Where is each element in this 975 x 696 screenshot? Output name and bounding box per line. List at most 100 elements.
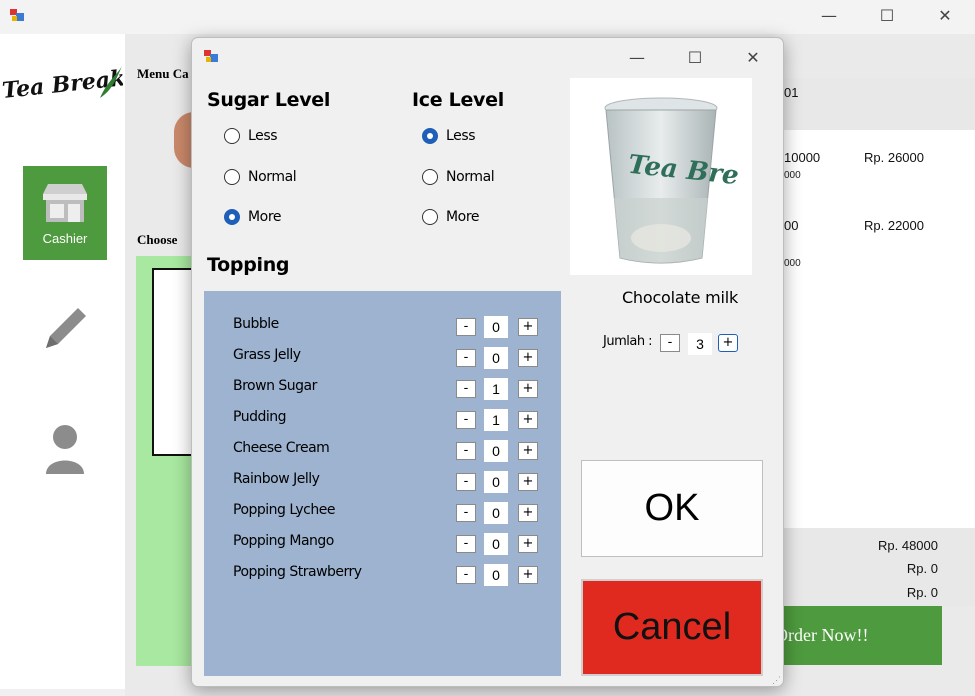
quantity-field[interactable]: 0 xyxy=(484,440,508,462)
cashier-nav-button[interactable]: Cashier xyxy=(23,166,107,260)
increment-button[interactable]: + xyxy=(518,411,538,429)
dialog-titlebar: — ☐ ✕ xyxy=(192,38,783,76)
background-titlebar: — ☐ ✕ xyxy=(0,0,975,34)
increment-button[interactable]: + xyxy=(518,318,538,336)
quantity-field[interactable]: 0 xyxy=(484,347,508,369)
topping-row-cheese-cream: Cheese Cream - 0 + xyxy=(204,437,561,462)
decrement-button[interactable]: - xyxy=(456,349,476,367)
topping-row-popping-strawberry: Popping Strawberry - 0 + xyxy=(204,561,561,586)
app-icon xyxy=(9,7,25,23)
topping-name: Cheese Cream xyxy=(233,440,330,456)
jumlah-decrement-button[interactable]: - xyxy=(660,334,680,352)
quantity-field[interactable]: 1 xyxy=(484,409,508,431)
decrement-button[interactable]: - xyxy=(456,535,476,553)
order-row[interactable]: 00 000 Rp. 22000 xyxy=(784,218,975,278)
increment-button[interactable]: + xyxy=(518,504,538,522)
close-button[interactable]: ✕ xyxy=(922,0,968,30)
topping-name: Popping Lychee xyxy=(233,502,335,518)
dialog-minimize-button[interactable]: — xyxy=(614,42,660,72)
radio-indicator xyxy=(224,209,240,225)
minimize-button[interactable]: — xyxy=(806,0,852,30)
order-item-sub: 000 xyxy=(784,258,801,269)
topping-stepper: - 0 + xyxy=(456,502,540,524)
decrement-button[interactable]: - xyxy=(456,411,476,429)
topping-name: Brown Sugar xyxy=(233,378,317,394)
sugar-level-title: Sugar Level xyxy=(207,89,331,111)
topping-name: Rainbow Jelly xyxy=(233,471,320,487)
sugar-more-radio[interactable]: More xyxy=(224,209,282,225)
topping-stepper: - 0 + xyxy=(456,533,540,555)
cancel-button[interactable]: Cancel xyxy=(581,579,763,676)
topping-name: Popping Mango xyxy=(233,533,334,549)
order-row[interactable]: 10000 000 Rp. 26000 xyxy=(784,150,975,210)
increment-button[interactable]: + xyxy=(518,442,538,460)
order-now-button[interactable]: Order Now!! xyxy=(784,606,942,665)
increment-button[interactable]: + xyxy=(518,349,538,367)
jumlah-increment-button[interactable]: + xyxy=(718,334,738,352)
radio-label: More xyxy=(446,209,480,225)
choose-label: Choose xyxy=(137,232,178,247)
topping-panel: Bubble - 0 + Grass Jelly - 0 + Brown Sug… xyxy=(204,291,561,676)
decrement-button[interactable]: - xyxy=(456,318,476,336)
topping-row-popping-mango: Popping Mango - 0 + xyxy=(204,530,561,555)
topping-stepper: - 0 + xyxy=(456,440,540,462)
order-item-price: 00 xyxy=(784,218,799,233)
customize-drink-dialog: — ☐ ✕ Sugar Level Less Normal More Ice L… xyxy=(191,37,784,687)
pencil-icon xyxy=(46,308,86,348)
topping-title: Topping xyxy=(207,254,290,276)
radio-indicator xyxy=(422,169,438,185)
sugar-less-radio[interactable]: Less xyxy=(224,128,278,144)
product-image: Tea Bre xyxy=(570,78,752,275)
store-icon xyxy=(40,182,90,227)
increment-button[interactable]: + xyxy=(518,535,538,553)
topping-row-popping-lychee: Popping Lychee - 0 + xyxy=(204,499,561,524)
radio-indicator xyxy=(422,128,438,144)
maximize-button[interactable]: ☐ xyxy=(864,0,910,30)
jumlah-quantity-field[interactable]: 3 xyxy=(688,333,712,355)
user-icon xyxy=(46,425,84,474)
sugar-normal-radio[interactable]: Normal xyxy=(224,169,297,185)
ice-normal-radio[interactable]: Normal xyxy=(422,169,495,185)
ice-less-radio[interactable]: Less xyxy=(422,128,476,144)
dialog-maximize-button[interactable]: ☐ xyxy=(672,42,718,72)
ok-label: OK xyxy=(644,487,700,529)
jumlah-label: Jumlah : xyxy=(603,334,653,349)
dialog-close-button[interactable]: ✕ xyxy=(730,42,776,72)
increment-button[interactable]: + xyxy=(518,473,538,491)
increment-button[interactable]: + xyxy=(518,566,538,584)
cashier-label: Cashier xyxy=(42,231,88,246)
radio-label: More xyxy=(248,209,282,225)
totals-panel: Rp. 48000 Rp. 0 Rp. 0 xyxy=(784,528,975,606)
decrement-button[interactable]: - xyxy=(456,566,476,584)
quantity-field[interactable]: 0 xyxy=(484,564,508,586)
decrement-button[interactable]: - xyxy=(456,442,476,460)
decrement-button[interactable]: - xyxy=(456,380,476,398)
ok-button[interactable]: OK xyxy=(581,460,763,557)
radio-label: Normal xyxy=(446,169,495,185)
jumlah-stepper: - 3 + xyxy=(660,333,740,357)
ice-more-radio[interactable]: More xyxy=(422,209,480,225)
edit-nav-button[interactable] xyxy=(40,302,92,357)
quantity-field[interactable]: 0 xyxy=(484,471,508,493)
user-nav-button[interactable] xyxy=(44,422,86,479)
product-name: Chocolate milk xyxy=(621,288,739,307)
topping-row-pudding: Pudding - 1 + xyxy=(204,406,561,431)
quantity-field[interactable]: 0 xyxy=(484,502,508,524)
topping-stepper: - 1 + xyxy=(456,378,540,400)
radio-label: Less xyxy=(248,128,278,144)
order-now-label: Order Now!! xyxy=(784,625,869,645)
topping-stepper: - 0 + xyxy=(456,347,540,369)
menu-card[interactable] xyxy=(152,268,196,456)
quantity-field[interactable]: 0 xyxy=(484,533,508,555)
svg-text:Tea Break: Tea Break xyxy=(1,65,123,104)
resize-grip-icon[interactable]: ⋰ xyxy=(772,675,781,686)
decrement-button[interactable]: - xyxy=(456,473,476,491)
cancel-label: Cancel xyxy=(612,606,732,648)
topping-stepper: - 0 + xyxy=(456,316,540,338)
increment-button[interactable]: + xyxy=(518,380,538,398)
topping-stepper: - 1 + xyxy=(456,409,540,431)
decrement-button[interactable]: - xyxy=(456,504,476,522)
topping-row-brown-sugar: Brown Sugar - 1 + xyxy=(204,375,561,400)
quantity-field[interactable]: 1 xyxy=(484,378,508,400)
quantity-field[interactable]: 0 xyxy=(484,316,508,338)
